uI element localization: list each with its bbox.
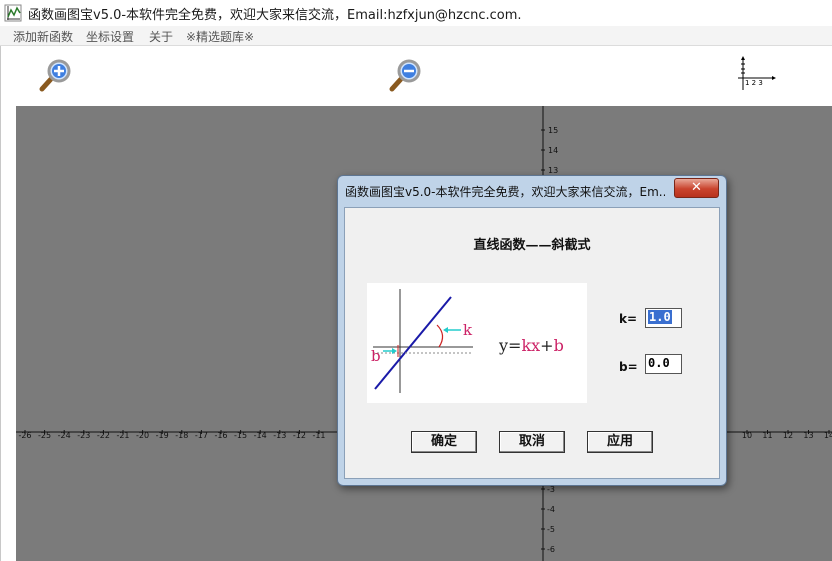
window-edge <box>0 46 1 561</box>
menu-axis-settings[interactable]: 坐标设置 <box>86 28 134 45</box>
x-tick-label: -18 <box>175 431 188 440</box>
zoom-out-icon[interactable] <box>388 58 424 94</box>
x-tick-label: 10 <box>742 431 752 440</box>
x-tick-label: -25 <box>38 431 51 440</box>
formula-kx: kx <box>521 336 540 355</box>
diagram-k-label: k <box>463 321 473 339</box>
y-tick-label: 15 <box>548 126 558 135</box>
diagram-formula: y=kx+b <box>498 336 564 355</box>
axes-icon-ticks: 1 2 3 <box>745 79 763 87</box>
toolbar: 1 2 3 <box>0 46 832 106</box>
cancel-button[interactable]: 取消 <box>499 431 565 453</box>
x-tick-label: -12 <box>293 431 306 440</box>
x-tick-label: 12 <box>783 431 793 440</box>
diagram-k-arrowhead <box>443 327 448 333</box>
close-button[interactable]: ✕ <box>674 178 719 198</box>
menu-add-function[interactable]: 添加新函数 <box>13 28 73 45</box>
x-tick-label: 11 <box>762 431 772 440</box>
y-tick-label: -5 <box>547 525 555 534</box>
x-tick-label: -16 <box>214 431 227 440</box>
apply-button[interactable]: 应用 <box>587 431 653 453</box>
x-tick-label: -19 <box>156 431 169 440</box>
y-tick-label: 13 <box>548 166 558 175</box>
x-tick-label: -13 <box>273 431 286 440</box>
diagram-angle-arc <box>436 324 444 348</box>
x-tick-label: -15 <box>234 431 247 440</box>
y-tick-label: 14 <box>548 146 558 155</box>
x-tick-label: -21 <box>116 431 129 440</box>
dialog-body: 直线函数——斜截式 k b y=kx+b k= 1.0 b= 0.0 确定 取消… <box>344 207 720 479</box>
y-ticks-top: 15 14 13 <box>541 126 558 175</box>
line-function-dialog: 函数画图宝v5.0-本软件完全免费，欢迎大家来信交流，Em... ✕ 直线函数—… <box>337 175 727 486</box>
dialog-title: 函数画图宝v5.0-本软件完全免费，欢迎大家来信交流，Em... <box>345 185 665 199</box>
x-tick-label: -23 <box>77 431 90 440</box>
menu-question-bank[interactable]: ※精选题库※ <box>186 28 254 45</box>
x-tick-label: -17 <box>195 431 208 440</box>
title-bar: 函数画图宝v5.0-本软件完全免费，欢迎大家来信交流，Email:hzfxjun… <box>0 0 832 27</box>
formula-b: b <box>554 336 564 355</box>
k-label: k= <box>619 312 638 326</box>
b-input[interactable]: 0.0 <box>645 354 682 374</box>
window-title: 函数画图宝v5.0-本软件完全免费，欢迎大家来信交流，Email:hzfxjun… <box>28 8 522 23</box>
zoom-in-icon[interactable] <box>38 58 74 94</box>
diagram-b-label: b <box>371 347 381 365</box>
formula-prefix: y= <box>498 336 521 355</box>
diagram-line <box>374 296 452 390</box>
app-icon <box>4 4 22 22</box>
y-tick-label: -4 <box>547 505 555 514</box>
ok-button[interactable]: 确定 <box>411 431 477 453</box>
k-input[interactable]: 1.0 <box>645 308 682 328</box>
x-tick-label: -14 <box>254 431 267 440</box>
axes-icon[interactable]: 1 2 3 <box>736 56 776 92</box>
b-label: b= <box>619 360 638 374</box>
y-tick-label: -6 <box>547 545 555 554</box>
k-value: 1.0 <box>648 310 672 324</box>
menu-about[interactable]: 关于 <box>149 28 173 45</box>
x-tick-label: 14 <box>824 431 832 440</box>
y-tick-label: -3 <box>547 485 555 494</box>
formula-plus: + <box>540 336 553 355</box>
slope-intercept-diagram: k b y=kx+b <box>367 283 587 403</box>
x-tick-label: -11 <box>312 431 325 440</box>
dialog-heading: 直线函数——斜截式 <box>473 238 591 253</box>
menu-bar: 添加新函数 坐标设置 关于 ※精选题库※ <box>0 26 832 46</box>
x-tick-label: -24 <box>58 431 71 440</box>
x-tick-label: -20 <box>136 431 149 440</box>
x-tick-label: -22 <box>97 431 110 440</box>
x-tick-label: -26 <box>18 431 31 440</box>
x-tick-label: 13 <box>803 431 813 440</box>
